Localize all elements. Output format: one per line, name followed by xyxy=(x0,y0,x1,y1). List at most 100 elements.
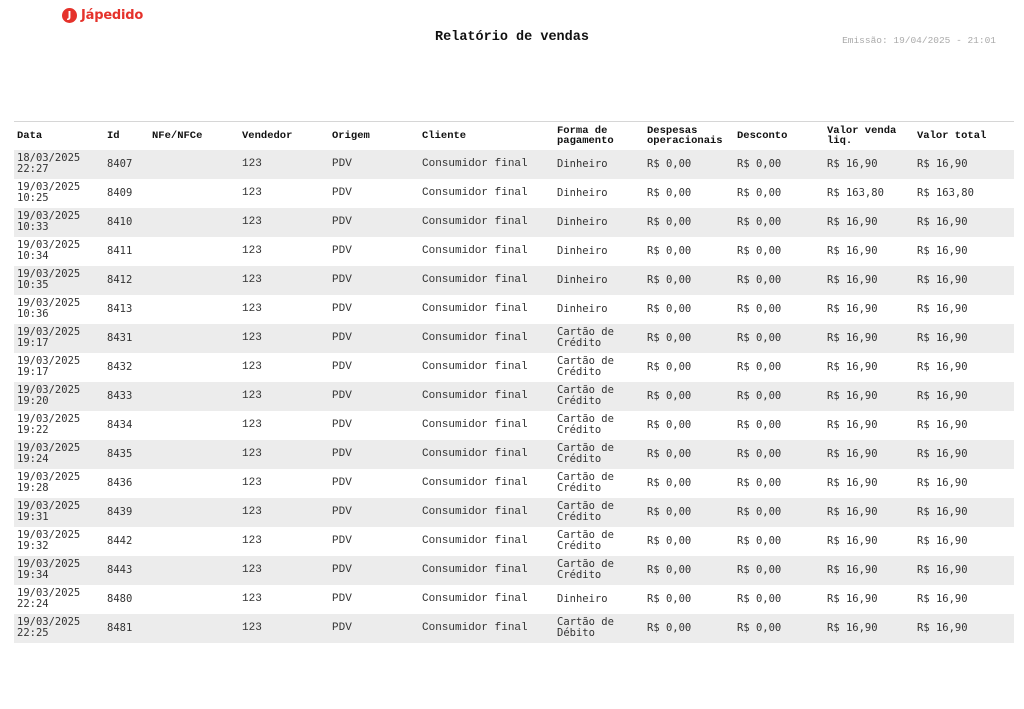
column-header-forma-line2: pagamento xyxy=(557,134,614,147)
cell-date: 19/03/2025 19:24 xyxy=(14,439,104,469)
cell-desconto: R$ 0,00 xyxy=(737,244,782,257)
cell-origem: PDV xyxy=(329,439,419,469)
cell-despesas: R$ 0,00 xyxy=(644,265,734,295)
cell-date-time: 10:34 xyxy=(17,250,49,262)
cell-date: 19/03/2025 10:36 xyxy=(14,295,104,324)
cell-nfe xyxy=(149,323,239,353)
cell-valor-total: R$ 16,90 xyxy=(914,265,1014,295)
table-row: 19/03/2025 19:28 8436 123 PDV Consumidor fina… xyxy=(14,469,1014,498)
cell-valor-liq: R$ 16,90 xyxy=(824,497,914,527)
cell-origem: PDV xyxy=(329,323,419,353)
cell-desconto: R$ 0,00 xyxy=(734,555,824,585)
cell-forma-line2: Crédito xyxy=(557,511,602,523)
column-header-id: Id xyxy=(104,121,149,150)
cell-id: 8443 xyxy=(104,555,149,585)
cell-despesas: R$ 0,00 xyxy=(644,439,734,469)
cell-forma-pagamento: Cartão de Crédito xyxy=(554,527,644,556)
cell-date-time: 19:17 xyxy=(17,366,49,378)
cell-forma-line1: Dinheiro xyxy=(557,244,608,257)
cell-date-time: 22:27 xyxy=(17,163,49,175)
cell-forma-line2: Crédito xyxy=(557,569,602,581)
cell-origem: PDV xyxy=(329,555,419,585)
cell-date-time: 10:36 xyxy=(17,308,49,320)
cell-date: 19/03/2025 10:35 xyxy=(14,265,104,295)
column-header-cliente: Cliente xyxy=(419,121,554,150)
column-header-despesas-line2: operacionais xyxy=(647,134,723,147)
cell-date-time: 19:22 xyxy=(17,424,49,436)
cell-valor-liq: R$ 16,90 xyxy=(824,613,914,643)
cell-date-time: 10:25 xyxy=(17,192,49,204)
sales-table: Data Id NFe/NFCe Vendedor Origem Cliente… xyxy=(14,121,1014,643)
cell-cliente: Consumidor final xyxy=(419,439,554,469)
cell-valor-liq: R$ 16,90 xyxy=(824,555,914,585)
cell-desconto: R$ 0,00 xyxy=(734,265,824,295)
cell-despesas: R$ 0,00 xyxy=(647,360,692,373)
cell-date: 19/03/2025 19:22 xyxy=(14,411,104,440)
cell-id: 8481 xyxy=(104,613,149,643)
cell-vendedor: 123 xyxy=(242,534,262,547)
cell-id: 8412 xyxy=(104,265,149,295)
cell-forma-line2: Crédito xyxy=(557,482,602,494)
cell-forma-pagamento: Dinheiro xyxy=(554,149,644,179)
cell-nfe xyxy=(149,411,239,440)
cell-valor-liq: R$ 16,90 xyxy=(827,592,878,605)
cell-valor-total: R$ 16,90 xyxy=(914,149,1014,179)
cell-forma-line2: Crédito xyxy=(557,453,602,465)
cell-origem: PDV xyxy=(332,186,352,199)
cell-cliente: Consumidor final xyxy=(419,613,554,643)
cell-origem: PDV xyxy=(329,265,419,295)
cell-forma-pagamento: Dinheiro xyxy=(554,265,644,295)
cell-date-time: 22:25 xyxy=(17,627,49,639)
cell-date: 19/03/2025 19:31 xyxy=(14,497,104,527)
cell-valor-liq: R$ 16,90 xyxy=(824,207,914,237)
cell-valor-liq: R$ 16,90 xyxy=(824,323,914,353)
cell-valor-total: R$ 16,90 xyxy=(917,476,968,489)
cell-date-time: 19:20 xyxy=(17,395,49,407)
table-row: 19/03/2025 19:17 8431 123 PDV Consumidor fina… xyxy=(14,323,1014,353)
cell-valor-total: R$ 16,90 xyxy=(917,592,968,605)
cell-forma-line1: Dinheiro xyxy=(557,157,608,170)
cell-valor-total: R$ 16,90 xyxy=(917,534,968,547)
cell-forma-line2: Débito xyxy=(557,627,595,639)
column-header-data: Data xyxy=(14,121,104,150)
table-row: 19/03/2025 19:22 8434 123 PDV Consumidor fina… xyxy=(14,411,1014,440)
column-header-valor-total: Valor total xyxy=(914,121,1014,150)
cell-forma-line1: Dinheiro xyxy=(557,186,608,199)
cell-vendedor: 123 xyxy=(239,497,329,527)
table-row: 19/03/2025 19:24 8435 123 PDV Consumidor fina… xyxy=(14,439,1014,469)
cell-vendedor: 123 xyxy=(239,381,329,411)
cell-desconto: R$ 0,00 xyxy=(737,534,782,547)
cell-cliente: Consumidor final xyxy=(419,323,554,353)
cell-date: 18/03/2025 22:27 xyxy=(14,149,104,179)
cell-vendedor: 123 xyxy=(242,302,262,315)
cell-date: 19/03/2025 19:34 xyxy=(14,555,104,585)
cell-cliente: Consumidor final xyxy=(422,302,528,315)
cell-cliente: Consumidor final xyxy=(422,418,528,431)
cell-forma-pagamento: Dinheiro xyxy=(554,207,644,237)
cell-vendedor: 123 xyxy=(239,555,329,585)
cell-nfe xyxy=(149,555,239,585)
cell-vendedor: 123 xyxy=(239,613,329,643)
cell-desconto: R$ 0,00 xyxy=(734,613,824,643)
column-header-origem: Origem xyxy=(329,121,419,150)
cell-forma-pagamento: Cartão de Crédito xyxy=(554,353,644,382)
cell-date-time: 22:24 xyxy=(17,598,49,610)
table-row: 19/03/2025 22:24 8480 123 PDV Consumidor fina… xyxy=(14,585,1014,614)
cell-nfe xyxy=(149,497,239,527)
cell-vendedor: 123 xyxy=(242,360,262,373)
cell-nfe xyxy=(149,381,239,411)
cell-valor-liq: R$ 16,90 xyxy=(827,244,878,257)
cell-id: 8407 xyxy=(104,149,149,179)
cell-origem: PDV xyxy=(332,476,352,489)
cell-nfe xyxy=(149,149,239,179)
table-row: 19/03/2025 10:25 8409 123 PDV Consumidor fina… xyxy=(14,179,1014,208)
cell-origem: PDV xyxy=(329,149,419,179)
cell-forma-pagamento: Cartão de Crédito xyxy=(554,497,644,527)
cell-valor-total: R$ 16,90 xyxy=(914,381,1014,411)
cell-desconto: R$ 0,00 xyxy=(737,418,782,431)
table-row: 19/03/2025 10:36 8413 123 PDV Consumidor fina… xyxy=(14,295,1014,324)
table-row: 19/03/2025 10:34 8411 123 PDV Consumidor fina… xyxy=(14,237,1014,266)
cell-origem: PDV xyxy=(332,302,352,315)
emission-timestamp: Emissão: 19/04/2025 - 21:01 xyxy=(842,35,996,46)
cell-origem: PDV xyxy=(332,360,352,373)
